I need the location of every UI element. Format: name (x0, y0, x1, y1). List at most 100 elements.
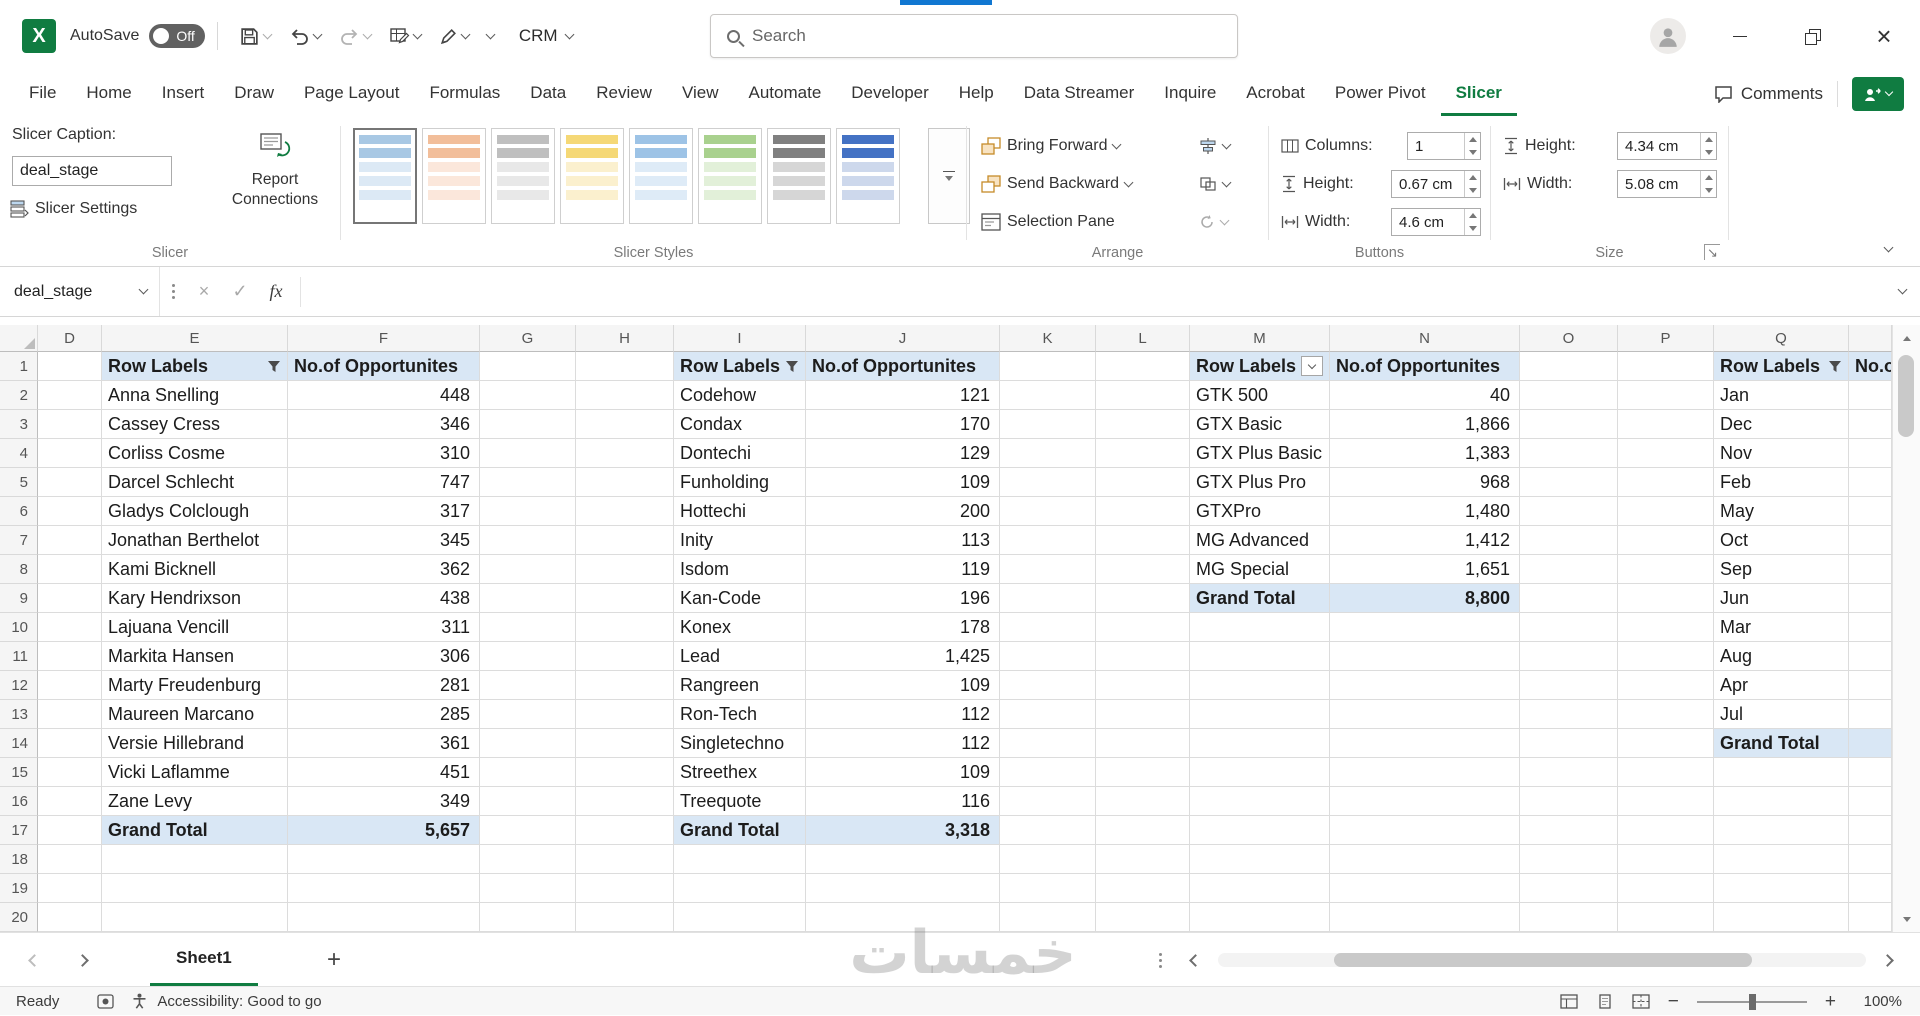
cell-R17[interactable] (1849, 816, 1892, 845)
tab-page-layout[interactable]: Page Layout (289, 72, 414, 116)
cell-D5[interactable] (38, 468, 102, 497)
cell-E3[interactable]: Cassey Cress (102, 410, 288, 439)
redo-button[interactable] (339, 27, 373, 46)
horizontal-scrollbar[interactable] (1218, 953, 1866, 967)
cell-J9[interactable]: 196 (806, 584, 1000, 613)
cell-R18[interactable] (1849, 845, 1892, 874)
cell-L15[interactable] (1096, 758, 1190, 787)
row-header-18[interactable]: 18 (0, 845, 38, 874)
cell-J14[interactable]: 112 (806, 729, 1000, 758)
cell-K18[interactable] (1000, 845, 1096, 874)
cell-R20[interactable] (1849, 903, 1892, 932)
cell-D9[interactable] (38, 584, 102, 613)
cell-L6[interactable] (1096, 497, 1190, 526)
cell-I16[interactable]: Treequote (674, 787, 806, 816)
cell-N17[interactable] (1330, 816, 1520, 845)
vertical-scrollbar-thumb[interactable] (1898, 355, 1914, 437)
cell-H16[interactable] (576, 787, 674, 816)
cell-P4[interactable] (1618, 439, 1714, 468)
cell-P1[interactable] (1618, 352, 1714, 381)
cell-H17[interactable] (576, 816, 674, 845)
slicer-style-peach[interactable] (422, 128, 486, 224)
cell-N9[interactable]: 8,800 (1330, 584, 1520, 613)
cell-O8[interactable] (1520, 555, 1618, 584)
cell-D19[interactable] (38, 874, 102, 903)
tab-data[interactable]: Data (515, 72, 581, 116)
cell-O12[interactable] (1520, 671, 1618, 700)
cell-K20[interactable] (1000, 903, 1096, 932)
cell-Q9[interactable]: Jun (1714, 584, 1849, 613)
cell-K8[interactable] (1000, 555, 1096, 584)
minimize-button[interactable] (1712, 0, 1768, 72)
cell-I4[interactable]: Dontechi (674, 439, 806, 468)
redo-dropdown-icon[interactable] (362, 29, 373, 39)
cell-Q16[interactable] (1714, 787, 1849, 816)
cell-P3[interactable] (1618, 410, 1714, 439)
bring-forward-button[interactable]: Bring Forward (981, 137, 1122, 155)
cell-R5[interactable] (1849, 468, 1892, 497)
column-header-J[interactable]: J (806, 325, 1000, 352)
cell-I19[interactable] (674, 874, 806, 903)
cell-L5[interactable] (1096, 468, 1190, 497)
cell-R4[interactable] (1849, 439, 1892, 468)
cell-F13[interactable]: 285 (288, 700, 480, 729)
undo-button[interactable] (289, 27, 323, 46)
cell-K3[interactable] (1000, 410, 1096, 439)
row-header-9[interactable]: 9 (0, 584, 38, 613)
cell-J6[interactable]: 200 (806, 497, 1000, 526)
cell-I3[interactable]: Condax (674, 410, 806, 439)
cell-P5[interactable] (1618, 468, 1714, 497)
cell-K11[interactable] (1000, 642, 1096, 671)
cell-L13[interactable] (1096, 700, 1190, 729)
cell-I20[interactable] (674, 903, 806, 932)
cell-Q18[interactable] (1714, 845, 1849, 874)
cell-I5[interactable]: Funholding (674, 468, 806, 497)
slicer-style-dark-blue[interactable] (836, 128, 900, 224)
column-header-L[interactable]: L (1096, 325, 1190, 352)
cell-N4[interactable]: 1,383 (1330, 439, 1520, 468)
cell-F15[interactable]: 451 (288, 758, 480, 787)
cell-L4[interactable] (1096, 439, 1190, 468)
row-header-19[interactable]: 19 (0, 874, 38, 903)
cell-P7[interactable] (1618, 526, 1714, 555)
cell-G12[interactable] (480, 671, 576, 700)
cell-R9[interactable] (1849, 584, 1892, 613)
enter-button[interactable]: ✓ (222, 281, 258, 302)
cell-R14[interactable] (1849, 729, 1892, 758)
cell-H3[interactable] (576, 410, 674, 439)
cell-D18[interactable] (38, 845, 102, 874)
draw-table-button[interactable] (389, 26, 423, 46)
cell-E13[interactable]: Maureen Marcano (102, 700, 288, 729)
cell-H6[interactable] (576, 497, 674, 526)
cell-I10[interactable]: Konex (674, 613, 806, 642)
cell-J18[interactable] (806, 845, 1000, 874)
cell-R11[interactable] (1849, 642, 1892, 671)
cell-J8[interactable]: 119 (806, 555, 1000, 584)
cell-D3[interactable] (38, 410, 102, 439)
cell-H20[interactable] (576, 903, 674, 932)
cell-D17[interactable] (38, 816, 102, 845)
cell-H7[interactable] (576, 526, 674, 555)
cell-M10[interactable] (1190, 613, 1330, 642)
pivot-filter-icon[interactable] (267, 360, 281, 373)
sheet-nav-prev-button[interactable] (14, 933, 54, 987)
cell-D13[interactable] (38, 700, 102, 729)
column-header-M[interactable]: M (1190, 325, 1330, 352)
tab-view[interactable]: View (667, 72, 734, 116)
cell-P17[interactable] (1618, 816, 1714, 845)
cell-G19[interactable] (480, 874, 576, 903)
align-objects-button[interactable] (1199, 138, 1232, 154)
cell-G14[interactable] (480, 729, 576, 758)
zoom-level[interactable]: 100% (1854, 993, 1902, 1010)
cell-M15[interactable] (1190, 758, 1330, 787)
cell-G13[interactable] (480, 700, 576, 729)
cell-M19[interactable] (1190, 874, 1330, 903)
cell-M11[interactable] (1190, 642, 1330, 671)
slicer-style-light-blue[interactable] (353, 128, 417, 224)
slicer-style-gray[interactable] (491, 128, 555, 224)
zoom-in-button[interactable]: + (1825, 991, 1836, 1013)
row-header-6[interactable]: 6 (0, 497, 38, 526)
cell-O9[interactable] (1520, 584, 1618, 613)
pivot-filter-icon[interactable] (785, 360, 799, 373)
cell-E20[interactable] (102, 903, 288, 932)
